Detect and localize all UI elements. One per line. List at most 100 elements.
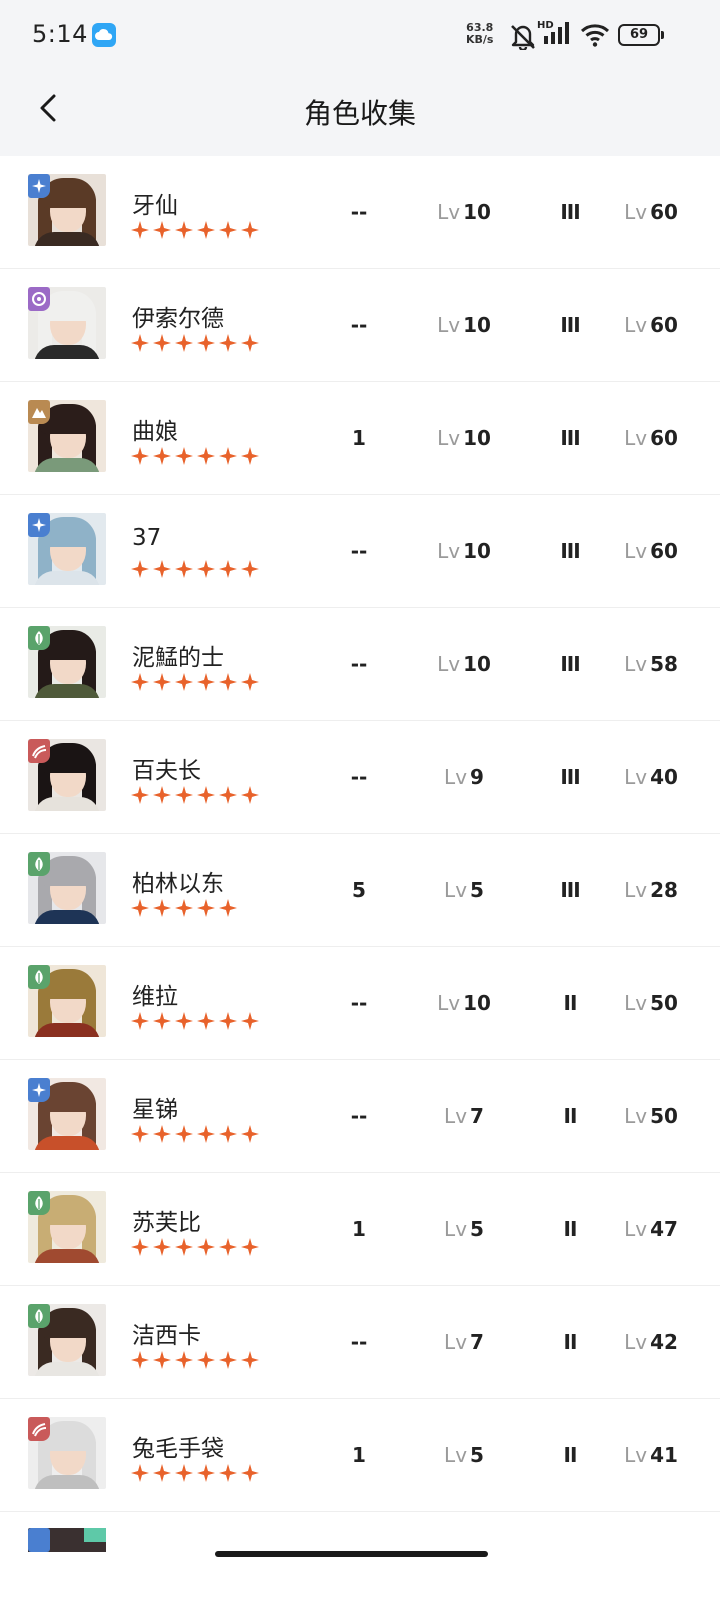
- list-item[interactable]: 兔毛手袋 1 Lv 5 II Lv 41: [0, 1399, 720, 1512]
- tier-value: II: [563, 1443, 578, 1467]
- star-icon: [218, 1350, 238, 1370]
- star-rating: [130, 446, 260, 466]
- star-icon: [240, 1124, 260, 1144]
- star-icon: [218, 1463, 238, 1483]
- character-level-label: Lv: [624, 765, 648, 789]
- home-indicator[interactable]: [215, 1551, 488, 1557]
- list-item[interactable]: 星锑 -- Lv 7 II Lv 50: [0, 1060, 720, 1173]
- wifi-icon: [580, 22, 610, 52]
- character-level-number: 60: [650, 200, 678, 224]
- level-label: Lv: [437, 652, 461, 676]
- character-level-value: Lv 41: [606, 1443, 696, 1467]
- tier-value: II: [563, 1217, 578, 1241]
- level-number: 10: [463, 991, 491, 1015]
- star-icon: [196, 1463, 216, 1483]
- character-level-label: Lv: [624, 1104, 648, 1128]
- character-name: 曲娘: [132, 419, 178, 445]
- star-icon: [196, 333, 216, 353]
- list-item[interactable]: 柏林以东 5 Lv 5 III Lv 28: [0, 834, 720, 947]
- rank-value: --: [350, 765, 368, 789]
- star-icon: [218, 220, 238, 240]
- star-icon: [174, 446, 194, 466]
- level-number: 7: [470, 1104, 484, 1128]
- list-item[interactable]: 伊索尔德 -- Lv 10 III Lv 60: [0, 269, 720, 382]
- list-item[interactable]: 洁西卡 -- Lv 7 II Lv 42: [0, 1286, 720, 1399]
- star-icon: [196, 559, 216, 579]
- level-label: Lv: [437, 200, 461, 224]
- character-level-label: Lv: [624, 991, 648, 1015]
- leaf-icon: [28, 852, 50, 876]
- star-icon: [240, 672, 260, 692]
- character-list: 牙仙 -- Lv 10 III Lv 60 伊索尔德 -- Lv 10 III Lv 60 曲娘 1 Lv 10 I…: [0, 156, 720, 1512]
- leaf-icon: [28, 626, 50, 650]
- cloud-app-icon: [92, 23, 116, 47]
- character-level-value: Lv 60: [606, 200, 696, 224]
- character-name: 37: [132, 525, 162, 551]
- rank-value: --: [350, 652, 368, 676]
- star-icon: [196, 1237, 216, 1257]
- star-icon: [130, 1350, 150, 1370]
- rank-value: --: [350, 313, 368, 337]
- list-item[interactable]: 37 -- Lv 10 III Lv 60: [0, 495, 720, 608]
- level-value: Lv 5: [412, 878, 516, 902]
- star-icon: [218, 1237, 238, 1257]
- star-icon: [130, 220, 150, 240]
- character-name: 维拉: [132, 984, 178, 1010]
- star-icon: [130, 898, 150, 918]
- level-label: Lv: [444, 765, 468, 789]
- star-icon: [196, 898, 216, 918]
- character-level-value: Lv 58: [606, 652, 696, 676]
- star-icon: [174, 1011, 194, 1031]
- level-number: 5: [470, 1217, 484, 1241]
- network-speed-unit: KB/s: [466, 33, 494, 46]
- star-compass-icon: [28, 513, 50, 537]
- list-item[interactable]: 维拉 -- Lv 10 II Lv 50: [0, 947, 720, 1060]
- star-icon: [174, 1124, 194, 1144]
- list-item[interactable]: 曲娘 1 Lv 10 III Lv 60: [0, 382, 720, 495]
- star-icon: [240, 785, 260, 805]
- character-level-number: 50: [650, 991, 678, 1015]
- level-number: 9: [470, 765, 484, 789]
- rank-value: 5: [352, 878, 366, 902]
- rank-value: 1: [352, 426, 366, 450]
- tier-value: II: [563, 1104, 578, 1128]
- character-level-value: Lv 60: [606, 313, 696, 337]
- star-icon: [240, 333, 260, 353]
- star-icon: [240, 559, 260, 579]
- star-icon: [130, 1011, 150, 1031]
- star-rating: [130, 1011, 260, 1031]
- star-icon: [130, 785, 150, 805]
- network-speed: 63.8 KB/s: [466, 22, 493, 46]
- star-icon: [152, 446, 172, 466]
- star-icon: [152, 785, 172, 805]
- list-item[interactable]: 泥鯭的士 -- Lv 10 III Lv 58: [0, 608, 720, 721]
- star-icon: [152, 1011, 172, 1031]
- level-label: Lv: [437, 313, 461, 337]
- list-item[interactable]: 百夫长 -- Lv 9 III Lv 40: [0, 721, 720, 834]
- character-level-label: Lv: [624, 539, 648, 563]
- rank-value: --: [350, 1330, 368, 1354]
- star-icon: [240, 1011, 260, 1031]
- character-level-number: 28: [650, 878, 678, 902]
- level-value: Lv 10: [412, 991, 516, 1015]
- star-icon: [152, 333, 172, 353]
- star-icon: [130, 1237, 150, 1257]
- character-level-number: 42: [650, 1330, 678, 1354]
- character-level-value: Lv 40: [606, 765, 696, 789]
- level-label: Lv: [437, 426, 461, 450]
- list-item[interactable]: 苏芙比 1 Lv 5 II Lv 47: [0, 1173, 720, 1286]
- character-name: 柏林以东: [132, 871, 224, 897]
- level-label: Lv: [444, 878, 468, 902]
- star-icon: [130, 333, 150, 353]
- character-name: 苏芙比: [132, 1210, 201, 1236]
- star-icon: [174, 333, 194, 353]
- level-value: Lv 10: [412, 539, 516, 563]
- tier-value: III: [560, 426, 580, 450]
- star-rating: [130, 1124, 260, 1144]
- star-icon: [240, 1463, 260, 1483]
- star-icon: [152, 1237, 172, 1257]
- star-icon: [174, 220, 194, 240]
- level-number: 10: [463, 313, 491, 337]
- list-item[interactable]: 牙仙 -- Lv 10 III Lv 60: [0, 156, 720, 269]
- character-level-value: Lv 47: [606, 1217, 696, 1241]
